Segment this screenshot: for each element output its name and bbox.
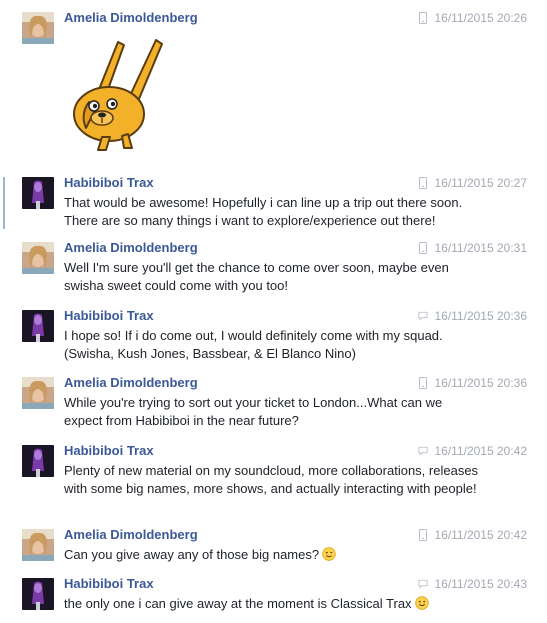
message-text-row: the only one i can give away at the mome… — [64, 595, 484, 613]
message-meta: 16/11/2015 20:26 — [418, 11, 527, 25]
message-text-row: Can you give away any of those big names… — [64, 546, 484, 564]
message-text: Can you give away any of those big names… — [64, 547, 320, 562]
message-meta: 16/11/2015 20:31 — [418, 241, 527, 255]
highlight-bar — [3, 177, 5, 229]
author-name[interactable]: Habibiboi Trax — [64, 443, 154, 458]
author-name[interactable]: Amelia Dimoldenberg — [64, 10, 198, 25]
message-item: Amelia Dimoldenberg 16/11/2015 20:31 Wel… — [0, 240, 547, 294]
mobile-icon — [419, 12, 428, 24]
amelia-avatar[interactable] — [22, 529, 54, 561]
message-text: Well I'm sure you'll get the chance to c… — [64, 260, 449, 293]
chat-icon — [418, 311, 429, 321]
amelia-avatar[interactable] — [22, 377, 54, 409]
message-item: Amelia Dimoldenberg 16/11/2015 20:26 — [0, 10, 547, 162]
message-timestamp: 16/11/2015 20:42 — [434, 444, 527, 458]
mobile-icon — [419, 177, 428, 189]
message-meta: 16/11/2015 20:36 — [418, 309, 527, 323]
message-item: Habibiboi Trax 16/11/2015 20:27 That wou… — [0, 175, 547, 229]
message-timestamp: 16/11/2015 20:43 — [434, 577, 527, 591]
message-timestamp: 16/11/2015 20:42 — [434, 528, 527, 542]
wink-emoji-icon — [322, 547, 336, 561]
chat-icon — [418, 446, 429, 456]
author-name[interactable]: Amelia Dimoldenberg — [64, 527, 198, 542]
message-text: Plenty of new material on my soundcloud,… — [64, 463, 479, 496]
message-text: While you're trying to sort out your tic… — [64, 395, 443, 428]
habibiboi-avatar[interactable] — [22, 445, 54, 477]
message-timestamp: 16/11/2015 20:36 — [434, 376, 527, 390]
message-item: Amelia Dimoldenberg 16/11/2015 20:36 Whi… — [0, 375, 547, 429]
message-timestamp: 16/11/2015 20:26 — [434, 11, 527, 25]
message-meta: 16/11/2015 20:42 — [418, 528, 527, 542]
mobile-icon — [419, 377, 428, 389]
message-item: Habibiboi Trax 16/11/2015 20:42 Plenty o… — [0, 443, 547, 515]
message-meta: 16/11/2015 20:36 — [418, 376, 527, 390]
amelia-avatar[interactable] — [22, 242, 54, 274]
author-name[interactable]: Habibiboi Trax — [64, 175, 154, 190]
habibiboi-avatar[interactable] — [22, 310, 54, 342]
amelia-avatar[interactable] — [22, 12, 54, 44]
message-timestamp: 16/11/2015 20:27 — [434, 176, 527, 190]
message-text: I hope so! If i do come out, I would def… — [64, 328, 443, 361]
message-meta: 16/11/2015 20:42 — [418, 444, 527, 458]
message-meta: 16/11/2015 20:43 — [418, 577, 527, 591]
message-text: the only one i can give away at the mome… — [64, 596, 412, 611]
habibiboi-avatar[interactable] — [22, 578, 54, 610]
author-name[interactable]: Habibiboi Trax — [64, 308, 154, 323]
mobile-icon — [419, 529, 428, 541]
smile-emoji-icon — [414, 596, 429, 610]
message-meta: 16/11/2015 20:27 — [418, 176, 527, 190]
habibiboi-avatar[interactable] — [22, 177, 54, 209]
message-text: That would be awesome! Hopefully i can l… — [64, 195, 463, 228]
chat-icon — [418, 579, 429, 589]
message-thread: Amelia Dimoldenberg 16/11/2015 20:26 Hab… — [0, 0, 547, 623]
message-item: Amelia Dimoldenberg 16/11/2015 20:42 Can… — [0, 527, 547, 565]
message-timestamp: 16/11/2015 20:36 — [434, 309, 527, 323]
author-name[interactable]: Amelia Dimoldenberg — [64, 240, 198, 255]
mobile-icon — [419, 242, 428, 254]
jake-the-dog-sticker — [64, 32, 174, 152]
author-name[interactable]: Amelia Dimoldenberg — [64, 375, 198, 390]
message-item: Habibiboi Trax 16/11/2015 20:36 I hope s… — [0, 308, 547, 362]
message-timestamp: 16/11/2015 20:31 — [434, 241, 527, 255]
message-item: Habibiboi Trax 16/11/2015 20:43 the only… — [0, 576, 547, 618]
author-name[interactable]: Habibiboi Trax — [64, 576, 154, 591]
